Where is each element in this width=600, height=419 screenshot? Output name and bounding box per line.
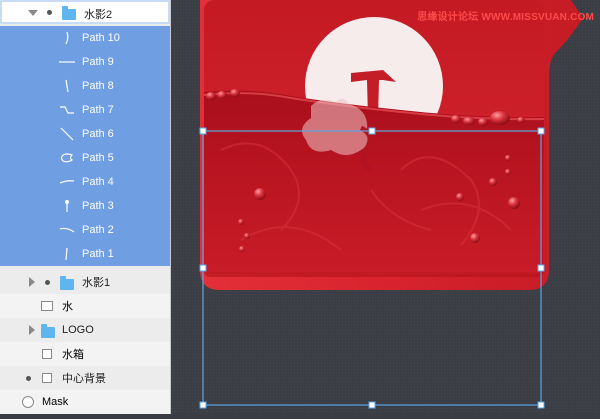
layer-label: Path 2: [82, 224, 114, 236]
layer-label: 水影2: [84, 9, 113, 21]
layer-path-10[interactable]: Path 10: [0, 26, 170, 50]
resize-handle-right: [537, 264, 545, 272]
path-shape-icon: [65, 31, 69, 45]
visibility-dot-icon[interactable]: [45, 280, 50, 285]
layer-path-6[interactable]: Path 6: [0, 122, 170, 146]
resize-handle-top-left: [199, 127, 207, 135]
layer-center-background[interactable]: 中心背景: [0, 366, 170, 390]
path-shape-icon: [65, 79, 69, 93]
layer-label: 水箱: [62, 349, 84, 361]
layer-path-2[interactable]: Path 2: [0, 218, 170, 242]
layer-label: Path 8: [82, 80, 114, 92]
resize-handle-top-right: [537, 127, 545, 135]
path-shape-icon: [60, 127, 74, 141]
resize-handle-left: [199, 264, 207, 272]
layer-label: LOGO: [62, 324, 94, 336]
canvas-artwork: [171, 0, 600, 414]
layer-path-4[interactable]: Path 4: [0, 170, 170, 194]
path-shape-icon: [60, 153, 74, 163]
layer-path-7[interactable]: Path 7: [0, 98, 170, 122]
path-shape-icon: [59, 227, 75, 233]
layer-path-8[interactable]: Path 8: [0, 74, 170, 98]
layer-path-3[interactable]: Path 3: [0, 194, 170, 218]
path-shape-icon: [65, 200, 69, 212]
layer-label: Path 4: [82, 176, 114, 188]
layer-label: Path 3: [82, 200, 114, 212]
layer-label: Path 9: [82, 56, 114, 68]
layer-label: Mask: [42, 396, 69, 408]
layer-label: Path 5: [82, 152, 114, 164]
disclosure-right-icon[interactable]: [29, 277, 35, 287]
layer-label: Path 6: [82, 128, 114, 140]
disclosure-down-icon[interactable]: [28, 10, 38, 16]
layer-label: Path 1: [82, 248, 114, 260]
path-shape-icon: [65, 247, 68, 261]
layer-tank[interactable]: 水箱: [0, 342, 170, 366]
folder-icon: [60, 276, 74, 290]
visibility-dot-icon[interactable]: [26, 376, 31, 381]
artboard-canvas[interactable]: 思缘设计论坛 WWW.MISSVUAN.COM: [171, 0, 600, 414]
shape-icon: [41, 301, 53, 311]
watermark-text: 思缘设计论坛 WWW.MISSVUAN.COM: [417, 12, 594, 23]
layer-path-1[interactable]: Path 1: [0, 242, 170, 266]
layer-group-water-shadow-1[interactable]: 水影1: [0, 270, 170, 294]
disclosure-right-icon[interactable]: [29, 325, 35, 335]
folder-icon: [62, 6, 76, 20]
visibility-dot-icon[interactable]: [47, 10, 52, 15]
layer-label: Path 10: [82, 32, 120, 44]
layer-group-water-shadow-2[interactable]: 水影2: [0, 0, 170, 24]
layer-label: Path 7: [82, 104, 114, 116]
layers-panel: 水影2 Path 10 Path 9 Path 8 Path 7 Path 6 …: [0, 0, 171, 414]
path-shape-icon: [59, 61, 75, 63]
layer-water[interactable]: 水: [0, 294, 170, 318]
layer-path-9[interactable]: Path 9: [0, 50, 170, 74]
layer-label: 水影1: [82, 277, 111, 289]
resize-handle-bottom-left: [199, 401, 207, 409]
folder-icon: [41, 324, 55, 338]
layer-group-logo[interactable]: LOGO: [0, 318, 170, 342]
layer-label: 水: [62, 301, 73, 313]
resize-handle-top: [368, 127, 376, 135]
resize-handle-bottom-right: [537, 401, 545, 409]
rectangle-icon: [42, 373, 52, 383]
layer-mask[interactable]: Mask: [0, 390, 170, 414]
path-shape-icon: [60, 106, 74, 114]
layer-path-5[interactable]: Path 5: [0, 146, 170, 170]
path-shape-icon: [59, 180, 75, 184]
layer-label: 中心背景: [62, 373, 106, 385]
resize-handle-bottom: [368, 401, 376, 409]
oval-icon: [22, 396, 34, 408]
rectangle-icon: [42, 349, 52, 359]
